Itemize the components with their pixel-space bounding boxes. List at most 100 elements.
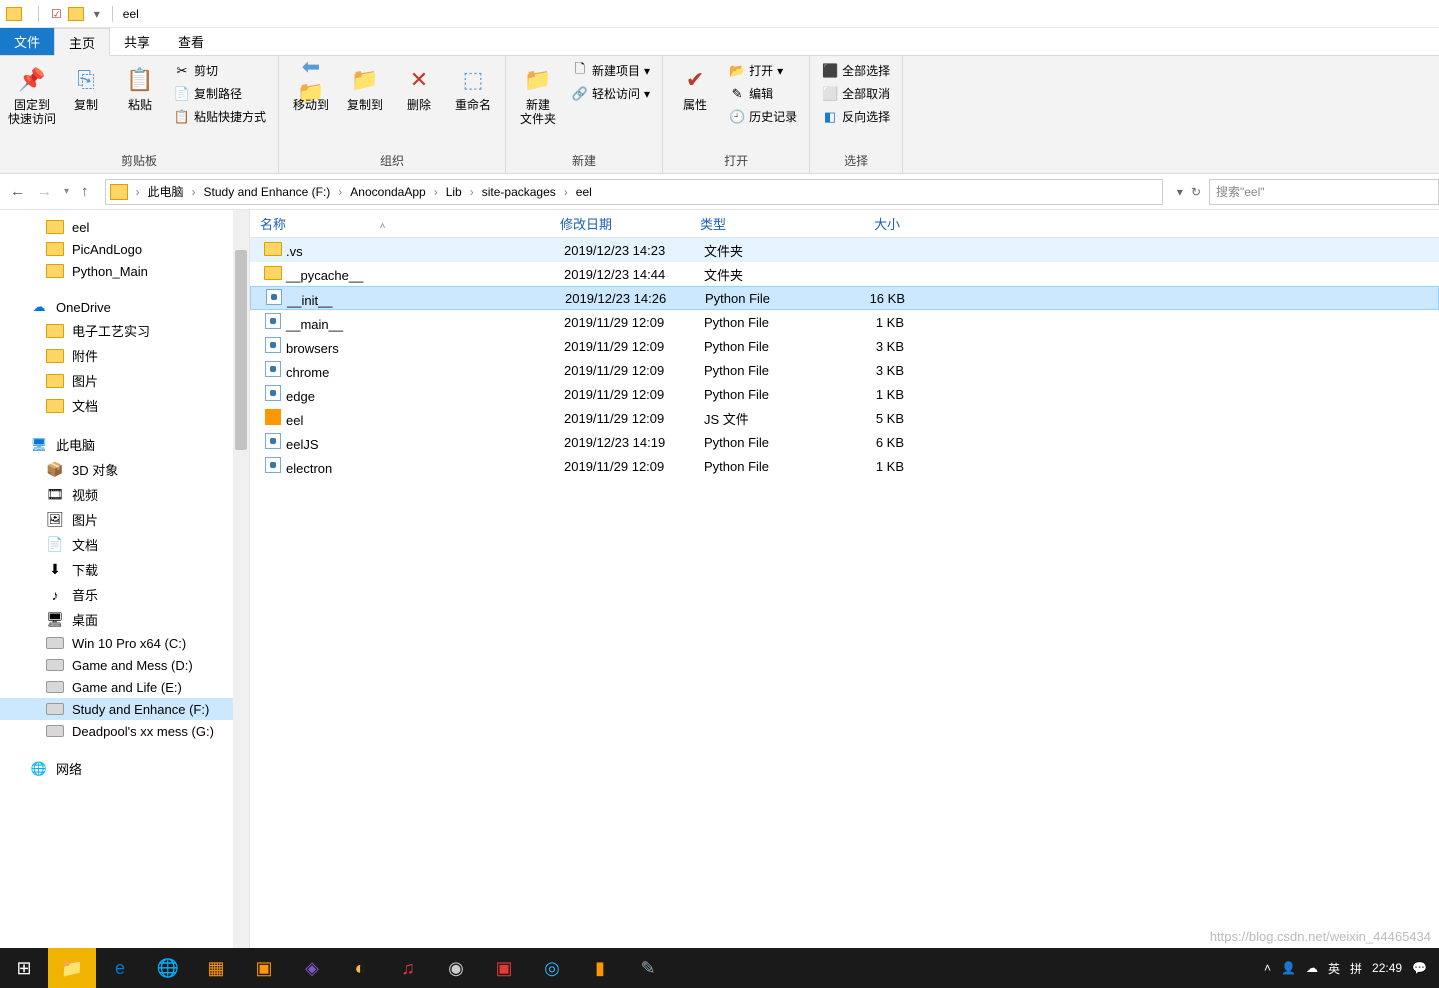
clock[interactable]: 22:49 bbox=[1372, 961, 1402, 975]
tree-item[interactable]: 附件 bbox=[0, 343, 249, 368]
tree-item[interactable]: 文档 bbox=[0, 393, 249, 418]
qat-dropdown-icon[interactable]: ▾ bbox=[94, 7, 100, 21]
cut-button[interactable]: ✂剪切 bbox=[170, 60, 270, 81]
chevron-right-icon[interactable]: › bbox=[562, 185, 570, 199]
sublime-button[interactable]: ▣ bbox=[240, 948, 288, 988]
up-button[interactable]: ↑ bbox=[81, 183, 89, 200]
tab-share[interactable]: 共享 bbox=[110, 28, 164, 55]
column-name[interactable]: 名称 ˄ bbox=[250, 214, 550, 233]
crumb[interactable]: Study and Enhance (F:) bbox=[198, 185, 337, 199]
forward-button[interactable]: → bbox=[37, 183, 52, 200]
newfolder-button[interactable]: 📁新建 文件夹 bbox=[514, 60, 562, 131]
tree-network[interactable]: 🌐网络 bbox=[0, 756, 249, 781]
chevron-right-icon[interactable]: › bbox=[190, 185, 198, 199]
crumb[interactable]: Lib bbox=[440, 185, 468, 199]
tree-item[interactable]: 📄文档 bbox=[0, 532, 249, 557]
moveto-button[interactable]: ⬅📁移动到 bbox=[287, 60, 335, 116]
crumb[interactable]: eel bbox=[570, 185, 598, 199]
tree-item[interactable]: 电子工艺实习 bbox=[0, 318, 249, 343]
edge-button[interactable]: e bbox=[96, 948, 144, 988]
app-button[interactable]: ▮ bbox=[576, 948, 624, 988]
tree-item[interactable]: 🖼图片 bbox=[0, 507, 249, 532]
tree-item[interactable]: 📦3D 对象 bbox=[0, 457, 249, 482]
file-row[interactable]: eel 2019/11/29 12:09 JS 文件 5 KB bbox=[250, 406, 1439, 430]
recent-button[interactable]: ▾ bbox=[64, 186, 69, 197]
file-row[interactable]: .vs 2019/12/23 14:23 文件夹 bbox=[250, 238, 1439, 262]
selectall-button[interactable]: ⬛全部选择 bbox=[818, 60, 894, 81]
tree-item[interactable]: Study and Enhance (F:) bbox=[0, 698, 249, 720]
tray-icon[interactable]: 👤 bbox=[1281, 961, 1296, 975]
tree-item[interactable]: ⬇下载 bbox=[0, 557, 249, 582]
history-button[interactable]: 🕘历史记录 bbox=[725, 106, 801, 127]
tree-onedrive[interactable]: ☁OneDrive bbox=[0, 296, 249, 318]
pasteshortcut-button[interactable]: 📋粘贴快捷方式 bbox=[170, 106, 270, 127]
copypath-button[interactable]: 📄复制路径 bbox=[170, 83, 270, 104]
invert-button[interactable]: ◧反向选择 bbox=[818, 106, 894, 127]
pin-button[interactable]: 📌 固定到 快速访问 bbox=[8, 60, 56, 131]
crumb[interactable]: 此电脑 bbox=[142, 183, 190, 200]
rename-button[interactable]: ⬚重命名 bbox=[449, 60, 497, 116]
file-row[interactable]: edge 2019/11/29 12:09 Python File 1 KB bbox=[250, 382, 1439, 406]
tree-item[interactable]: Deadpool's xx mess (G:) bbox=[0, 720, 249, 742]
tree-item[interactable]: 🖥桌面 bbox=[0, 607, 249, 632]
breadcrumb[interactable]: › 此电脑› Study and Enhance (F:)› AnocondaA… bbox=[105, 179, 1163, 205]
chevron-right-icon[interactable]: › bbox=[134, 185, 142, 199]
ime-icon[interactable]: 拼 bbox=[1350, 960, 1362, 977]
file-row[interactable]: electron 2019/11/29 12:09 Python File 1 … bbox=[250, 454, 1439, 478]
tree-item[interactable]: ♪音乐 bbox=[0, 582, 249, 607]
chevron-right-icon[interactable]: › bbox=[336, 185, 344, 199]
properties-button[interactable]: ✔属性 bbox=[671, 60, 719, 116]
back-button[interactable]: ← bbox=[10, 183, 25, 200]
chrome-button[interactable]: 🌐 bbox=[144, 948, 192, 988]
column-size[interactable]: 大小 bbox=[830, 214, 910, 233]
chevron-right-icon[interactable]: › bbox=[432, 185, 440, 199]
explorer-button[interactable]: 📁 bbox=[48, 948, 96, 988]
tab-file[interactable]: 文件 bbox=[0, 28, 54, 55]
tree-item[interactable]: Game and Mess (D:) bbox=[0, 654, 249, 676]
file-row[interactable]: __pycache__ 2019/12/23 14:44 文件夹 bbox=[250, 262, 1439, 286]
app-button[interactable]: ◐ bbox=[336, 948, 384, 988]
tree-item[interactable]: Python_Main bbox=[0, 260, 249, 282]
app-button[interactable]: ✎ bbox=[624, 948, 672, 988]
file-row[interactable]: __main__ 2019/11/29 12:09 Python File 1 … bbox=[250, 310, 1439, 334]
tree-item[interactable]: eel bbox=[0, 216, 249, 238]
tree-thispc[interactable]: 🖥此电脑 bbox=[0, 432, 249, 457]
copyto-button[interactable]: 📁复制到 bbox=[341, 60, 389, 116]
crumb[interactable]: site-packages bbox=[476, 185, 562, 199]
edit-button[interactable]: ✎编辑 bbox=[725, 83, 801, 104]
netease-button[interactable]: ♫ bbox=[384, 948, 432, 988]
selectnone-button[interactable]: ⬜全部取消 bbox=[818, 83, 894, 104]
vs-button[interactable]: ◈ bbox=[288, 948, 336, 988]
crumb[interactable]: AnocondaApp bbox=[344, 185, 431, 199]
file-row[interactable]: chrome 2019/11/29 12:09 Python File 3 KB bbox=[250, 358, 1439, 382]
app-button[interactable]: ◎ bbox=[528, 948, 576, 988]
qat-folder-icon[interactable] bbox=[68, 7, 84, 21]
dropdown-icon[interactable]: ▾ bbox=[1177, 185, 1183, 199]
app-button[interactable]: ▦ bbox=[192, 948, 240, 988]
chevron-right-icon[interactable]: › bbox=[468, 185, 476, 199]
refresh-button[interactable]: ↻ bbox=[1191, 185, 1201, 199]
tree-item[interactable]: PicAndLogo bbox=[0, 238, 249, 260]
steam-button[interactable]: ◉ bbox=[432, 948, 480, 988]
copy-button[interactable]: ⎘ 复制 bbox=[62, 60, 110, 116]
scrollbar[interactable] bbox=[233, 210, 249, 948]
paste-button[interactable]: 📋 粘贴 bbox=[116, 60, 164, 116]
tree-item[interactable]: Game and Life (E:) bbox=[0, 676, 249, 698]
tray-icon[interactable]: ☁ bbox=[1306, 961, 1318, 975]
file-row[interactable]: __init__ 2019/12/23 14:26 Python File 16… bbox=[250, 286, 1439, 310]
tab-view[interactable]: 查看 bbox=[164, 28, 218, 55]
file-row[interactable]: eelJS 2019/12/23 14:19 Python File 6 KB bbox=[250, 430, 1439, 454]
easyaccess-button[interactable]: 🔗轻松访问 ▾ bbox=[568, 83, 654, 104]
file-row[interactable]: browsers 2019/11/29 12:09 Python File 3 … bbox=[250, 334, 1439, 358]
tray-icon[interactable]: ˄ bbox=[1264, 961, 1271, 975]
tree-item[interactable]: 图片 bbox=[0, 368, 249, 393]
search-input[interactable]: 搜索"eel" bbox=[1209, 179, 1439, 205]
tree-item[interactable]: Win 10 Pro x64 (C:) bbox=[0, 632, 249, 654]
newitem-button[interactable]: 🗋新建项目 ▾ bbox=[568, 60, 654, 81]
column-type[interactable]: 类型 bbox=[690, 214, 830, 233]
delete-button[interactable]: ✕删除 bbox=[395, 60, 443, 116]
system-tray[interactable]: ˄ 👤 ☁ 英 拼 22:49 💬 bbox=[1252, 960, 1439, 977]
task-view-button[interactable]: ⊞ bbox=[0, 948, 48, 988]
notification-icon[interactable]: 💬 bbox=[1412, 961, 1427, 975]
tab-home[interactable]: 主页 bbox=[54, 28, 110, 56]
